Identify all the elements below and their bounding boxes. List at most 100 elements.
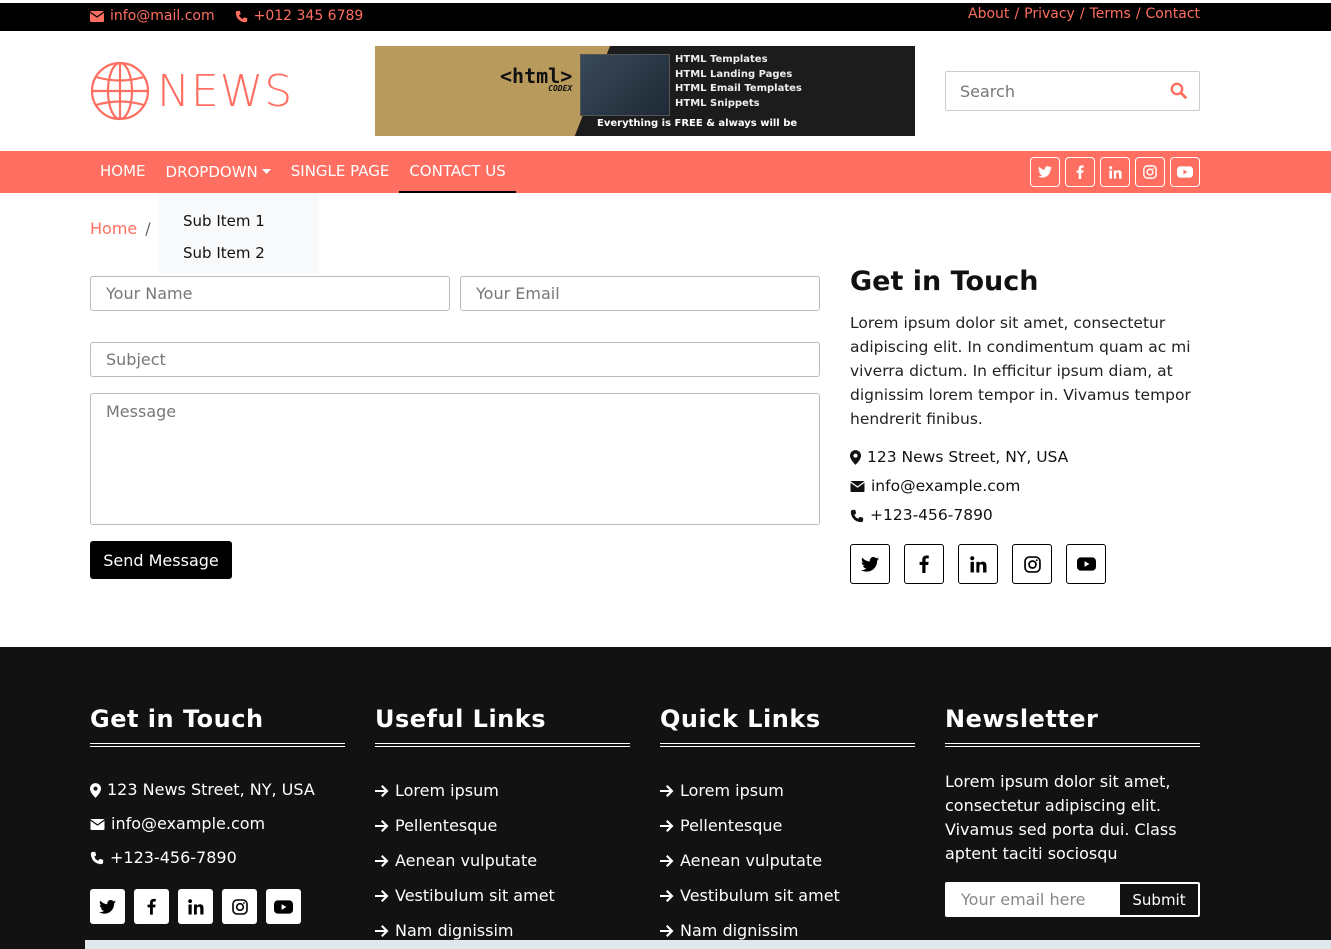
search-input[interactable] bbox=[946, 72, 1156, 110]
banner-list-item: HTML Templates bbox=[675, 54, 768, 65]
nav-dropdown[interactable]: DROPDOWN bbox=[156, 151, 281, 193]
search-box bbox=[945, 71, 1200, 111]
top-link-separator: / bbox=[1079, 6, 1085, 22]
banner-gold-panel bbox=[375, 46, 610, 136]
youtube-icon[interactable] bbox=[1066, 544, 1106, 584]
instagram-icon[interactable] bbox=[222, 889, 257, 924]
banner-list-item: HTML Landing Pages bbox=[675, 68, 793, 80]
footer-link[interactable]: Pellentesque bbox=[660, 808, 915, 843]
twitter-icon[interactable] bbox=[1030, 157, 1060, 187]
subject-input[interactable] bbox=[91, 343, 819, 376]
top-link-separator: / bbox=[1014, 6, 1020, 22]
footer-col-quick-links: Quick Links Lorem ipsum Pellentesque Aen… bbox=[660, 705, 915, 948]
instagram-icon[interactable] bbox=[1135, 157, 1165, 187]
contact-address: 123 News Street, NY, USA bbox=[850, 443, 1195, 472]
newsletter-submit-button[interactable]: Submit bbox=[1119, 883, 1199, 916]
envelope-icon bbox=[850, 481, 865, 492]
envelope-icon bbox=[90, 818, 105, 830]
linkedin-icon[interactable] bbox=[178, 889, 213, 924]
nav-single-page[interactable]: SINGLE PAGE bbox=[281, 151, 400, 193]
phone-icon bbox=[235, 10, 247, 22]
linkedin-icon[interactable] bbox=[958, 544, 998, 584]
logo-text: NEWS bbox=[157, 65, 294, 117]
facebook-icon[interactable] bbox=[1065, 157, 1095, 187]
globe-icon bbox=[90, 61, 150, 121]
email-input[interactable] bbox=[461, 277, 819, 310]
banner-tagline: Everything is FREE & always will be bbox=[597, 118, 798, 129]
linkedin-icon[interactable] bbox=[1100, 157, 1130, 187]
newsletter-email-input[interactable] bbox=[946, 883, 1119, 916]
arrow-right-icon bbox=[660, 924, 674, 937]
banner-ad[interactable]: <html> CODEX HTML Templates HTML Landing… bbox=[375, 46, 915, 136]
footer-link[interactable]: Aenean vulputate bbox=[660, 843, 915, 878]
footer-link[interactable]: Vestibulum sit amet bbox=[660, 878, 915, 913]
footer-link[interactable]: Pellentesque bbox=[375, 808, 630, 843]
arrow-right-icon bbox=[660, 819, 674, 832]
footer-link[interactable]: Lorem ipsum bbox=[375, 773, 630, 808]
footer-address: 123 News Street, NY, USA bbox=[90, 773, 345, 807]
contact-address-text: 123 News Street, NY, USA bbox=[867, 448, 1069, 466]
contact-info: Get in Touch Lorem ipsum dolor sit amet,… bbox=[850, 266, 1195, 584]
search-icon[interactable] bbox=[1170, 82, 1187, 99]
main-nav: HOME DROPDOWN SINGLE PAGE CONTACT US bbox=[0, 151, 1331, 193]
arrow-right-icon bbox=[660, 854, 674, 867]
footer-phone[interactable]: +123-456-7890 bbox=[90, 841, 345, 875]
twitter-icon[interactable] bbox=[90, 889, 125, 924]
contact-email-text: info@example.com bbox=[871, 477, 1021, 495]
map-marker-icon bbox=[90, 782, 101, 798]
footer-newsletter-text: Lorem ipsum dolor sit amet, consectetur … bbox=[945, 772, 1177, 863]
banner-brand: <html> CODEX bbox=[500, 64, 572, 93]
footer-useful-title: Useful Links bbox=[375, 705, 630, 747]
top-phone-text: +012 345 6789 bbox=[253, 8, 364, 24]
phone-icon bbox=[850, 509, 864, 522]
footer-link[interactable]: Lorem ipsum bbox=[660, 773, 915, 808]
contact-email[interactable]: info@example.com bbox=[850, 472, 1195, 501]
twitter-icon[interactable] bbox=[850, 544, 890, 584]
youtube-icon[interactable] bbox=[266, 889, 301, 924]
top-link-separator: / bbox=[1135, 6, 1141, 22]
envelope-icon bbox=[90, 10, 104, 22]
footer-link[interactable]: Aenean vulputate bbox=[375, 843, 630, 878]
contact-info-description: Lorem ipsum dolor sit amet, consectetur … bbox=[850, 314, 1191, 428]
arrow-right-icon bbox=[660, 784, 674, 797]
nav-home[interactable]: HOME bbox=[90, 151, 156, 193]
top-link-contact[interactable]: Contact bbox=[1146, 6, 1200, 22]
facebook-icon[interactable] bbox=[904, 544, 944, 584]
dropdown-item[interactable]: Sub Item 2 bbox=[159, 237, 319, 269]
dropdown-item[interactable]: Sub Item 1 bbox=[159, 205, 319, 237]
instagram-icon[interactable] bbox=[1012, 544, 1052, 584]
breadcrumb-home[interactable]: Home bbox=[90, 219, 137, 238]
arrow-right-icon bbox=[375, 889, 389, 902]
banner-screens-image bbox=[580, 54, 670, 116]
footer-phone-text: +123-456-7890 bbox=[110, 848, 237, 867]
dropdown-menu: Sub Item 1 Sub Item 2 bbox=[159, 193, 319, 273]
contact-phone-text: +123-456-7890 bbox=[870, 506, 993, 524]
top-link-terms[interactable]: Terms bbox=[1090, 6, 1131, 22]
footer-email[interactable]: info@example.com bbox=[90, 807, 345, 841]
send-message-button[interactable]: Send Message bbox=[90, 541, 232, 579]
top-link-about[interactable]: About bbox=[968, 6, 1009, 22]
banner-list-item: HTML Email Templates bbox=[675, 83, 802, 94]
facebook-icon[interactable] bbox=[134, 889, 169, 924]
top-phone[interactable]: +012 345 6789 bbox=[235, 8, 364, 24]
footer-address-text: 123 News Street, NY, USA bbox=[107, 780, 315, 799]
nav-socials bbox=[1030, 157, 1200, 187]
contact-phone[interactable]: +123-456-7890 bbox=[850, 501, 1195, 530]
map-marker-icon bbox=[850, 450, 861, 465]
message-input[interactable] bbox=[91, 394, 819, 524]
footer-email-text: info@example.com bbox=[111, 814, 266, 833]
bottom-strip bbox=[85, 940, 1331, 949]
site-logo[interactable]: NEWS bbox=[89, 60, 293, 122]
name-input[interactable] bbox=[91, 277, 449, 310]
top-contact: info@mail.com +012 345 6789 bbox=[90, 8, 363, 24]
top-email[interactable]: info@mail.com bbox=[90, 8, 215, 24]
top-email-text: info@mail.com bbox=[110, 8, 215, 24]
newsletter-form: Submit bbox=[945, 882, 1200, 917]
breadcrumb-separator: / bbox=[145, 219, 151, 238]
top-link-privacy[interactable]: Privacy bbox=[1024, 6, 1075, 22]
email-field bbox=[460, 276, 820, 311]
footer-link[interactable]: Vestibulum sit amet bbox=[375, 878, 630, 913]
nav-contact-us[interactable]: CONTACT US bbox=[399, 151, 516, 193]
footer-link-label: Vestibulum sit amet bbox=[395, 886, 555, 905]
youtube-icon[interactable] bbox=[1170, 157, 1200, 187]
